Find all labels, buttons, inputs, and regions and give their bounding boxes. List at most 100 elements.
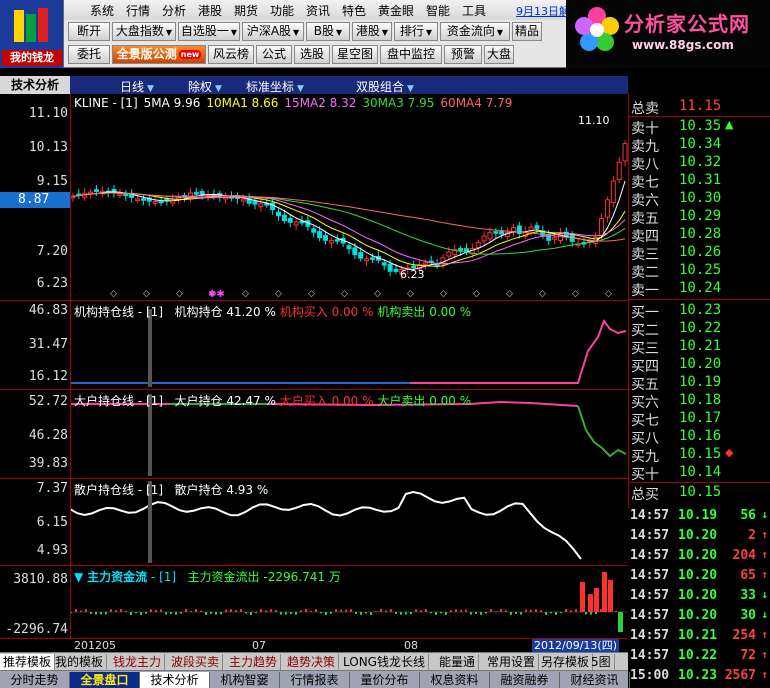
toolbar-button[interactable]: 全景版公测 new xyxy=(112,45,206,64)
book-row[interactable]: 买二 10.22 xyxy=(629,320,770,339)
toolbar-button[interactable]: 大盘指数 ▼ xyxy=(112,22,176,41)
kline-chart[interactable]: 11.106.23◇ ◇ ◇ ◇ ◇ ◇ ◇ ◇ ◇ ◇ ◇ ◇ ◇ ◇ ◇ ◇✱✱ xyxy=(70,94,628,300)
toolbar-button[interactable]: 委托 xyxy=(68,45,110,64)
template-tab[interactable]: 钱龙主力 xyxy=(110,654,166,670)
toolbar-button[interactable]: 公式 xyxy=(256,45,292,64)
menu-item[interactable]: 特色 xyxy=(342,2,366,19)
book-row[interactable]: 买七 10.17 xyxy=(629,410,770,429)
toolbar-button[interactable]: 选股 xyxy=(294,45,330,64)
toolbar-button[interactable]: 盘中监控 xyxy=(380,45,442,64)
book-row[interactable]: 买四 10.20 xyxy=(629,356,770,375)
book-row[interactable]: 卖二 10.25 xyxy=(629,262,770,281)
book-row[interactable]: 总买 10.15 xyxy=(629,484,770,503)
toolbar-button[interactable]: B股 ▼ xyxy=(306,22,350,41)
view-tab[interactable]: 分时走势 xyxy=(0,672,70,688)
menu-date-link[interactable]: 9月13日解 xyxy=(516,3,570,19)
toolbar-button[interactable]: 风云榜 xyxy=(208,45,254,64)
menu-item[interactable]: 资讯 xyxy=(306,2,330,19)
tab-technical-analysis[interactable]: 技术分析 xyxy=(0,76,70,94)
toolbar-button[interactable]: 精品 xyxy=(512,22,542,41)
template-tab[interactable]: 推荐模板 xyxy=(0,654,56,670)
book-row[interactable]: 买九 10.15 ◆ xyxy=(629,446,770,465)
menu-item[interactable]: 智能 xyxy=(426,2,450,19)
book-row[interactable]: 卖七 10.31 xyxy=(629,172,770,191)
book-row[interactable]: 卖九 10.34 xyxy=(629,136,770,155)
toolbar-button[interactable]: 星空图 xyxy=(332,45,378,64)
view-tab[interactable]: 全景盘口 xyxy=(70,672,140,688)
template-tab[interactable]: 我的模板 xyxy=(52,654,108,670)
template-tab[interactable]: 波段买卖 xyxy=(168,654,224,670)
flow-bar xyxy=(395,612,397,615)
candle-body xyxy=(334,239,340,242)
book-row[interactable]: 买六 10.18 xyxy=(629,392,770,411)
book-row[interactable]: 卖四 10.28 xyxy=(629,226,770,245)
menu-item[interactable]: 功能 xyxy=(270,2,294,19)
flow-bar xyxy=(165,612,167,615)
book-row[interactable]: 总卖 11.15 xyxy=(629,98,770,117)
view-tab[interactable]: 权息资料 xyxy=(420,672,490,688)
template-tab[interactable]: 主力趋势 xyxy=(226,654,282,670)
flow-panel[interactable]: 3810.88 -2296.74 ▼ 主力资金流 - [1] 主力资金流出 -22… xyxy=(0,566,628,638)
template-tab[interactable]: 趋势决策 xyxy=(284,654,340,670)
book-row[interactable]: 卖十 10.35 ▲ xyxy=(629,118,770,137)
candle-body xyxy=(158,200,164,204)
toolbar-button[interactable]: 大盘 xyxy=(484,45,514,64)
toolbar-button[interactable]: 港股 ▼ xyxy=(352,22,392,41)
book-row[interactable]: 买十 10.14 xyxy=(629,464,770,483)
template-tab[interactable]: 常用设置 xyxy=(484,654,540,670)
candle-body xyxy=(323,235,329,241)
flow-bar xyxy=(305,609,307,612)
toolbar-button[interactable]: 沪深A股 ▼ xyxy=(242,22,304,41)
view-tab[interactable]: 财经资讯 xyxy=(560,672,630,688)
book-row[interactable]: 卖八 10.32 xyxy=(629,154,770,173)
toolbar-button[interactable]: 断开 xyxy=(68,22,110,41)
flow-bar xyxy=(440,612,442,614)
template-tab[interactable]: 能量通 xyxy=(436,654,480,670)
flow-bar xyxy=(260,609,262,612)
template-tab[interactable]: 5图 xyxy=(588,654,615,670)
event-marker: ◇ xyxy=(341,289,348,299)
candle-body xyxy=(481,235,487,242)
selector-2[interactable]: 标准坐标 ▼ xyxy=(246,78,304,95)
toolbar-button-label: 盘中监控 xyxy=(386,47,435,61)
book-row[interactable]: 买五 10.19 xyxy=(629,374,770,393)
selector-3[interactable]: 双股组合 ▼ xyxy=(356,78,414,95)
view-tab[interactable]: 技术分析 xyxy=(140,672,210,688)
flow-bar xyxy=(580,582,585,612)
toolbar-button[interactable]: 自选股一 ▼ xyxy=(178,22,240,41)
view-tab[interactable]: 融资融券 xyxy=(490,672,560,688)
menu-item[interactable]: 分析 xyxy=(162,2,186,19)
flow-collapse-icon[interactable]: ▼ xyxy=(74,570,83,584)
inst-panel[interactable]: 46.83 31.47 16.12 机构持仓线 - [1] 机构持仓 41.20 %… xyxy=(0,301,628,389)
menu-item[interactable]: 期货 xyxy=(234,2,258,19)
menu-item[interactable]: 行情 xyxy=(126,2,150,19)
template-tab[interactable]: LONG钱龙长线 xyxy=(340,654,429,670)
menu-item[interactable]: 系统 xyxy=(90,2,114,19)
app-logo[interactable]: 我的钱龙 xyxy=(0,0,64,68)
selector-1[interactable]: 除权 ▼ xyxy=(188,78,222,95)
big-panel[interactable]: 52.72 46.28 39.83 大户持仓线 - [1] 大户持仓 42.47 %… xyxy=(0,390,628,478)
view-tab[interactable]: 机构智窭 xyxy=(210,672,280,688)
menu-item[interactable]: 港股 xyxy=(198,2,222,19)
book-row[interactable]: 卖五 10.29 xyxy=(629,208,770,227)
kline-panel[interactable]: 11.10 10.13 9.15 7.20 6.23 11.10 6.23 ◇ ◇ ◇ ◇ ◇ ◇ ◇ ◇… xyxy=(0,94,628,300)
book-row[interactable]: 买三 10.21 xyxy=(629,338,770,357)
book-row[interactable]: 卖六 10.30 xyxy=(629,190,770,209)
template-tab[interactable]: 另存模板 xyxy=(538,654,594,670)
book-row[interactable]: 卖三 10.26 xyxy=(629,244,770,263)
toolbar-button[interactable]: 资金流向 ▼ xyxy=(440,22,510,41)
flow-bar xyxy=(170,612,172,615)
selector-0[interactable]: 日线 ▼ xyxy=(120,78,154,95)
view-tab[interactable]: 行情报表 xyxy=(280,672,350,688)
book-row[interactable]: 买八 10.16 xyxy=(629,428,770,447)
toolbar-button[interactable]: 预警 xyxy=(444,45,482,64)
menu-item[interactable]: 黄金眼 xyxy=(378,2,414,19)
candle-body xyxy=(510,227,516,232)
flow-bar xyxy=(75,609,77,612)
book-row[interactable]: 卖一 10.24 xyxy=(629,280,770,299)
menu-item[interactable]: 工具 xyxy=(462,2,486,19)
retail-panel[interactable]: 7.37 6.15 4.93 散户持仓线 - [1] 散户持仓 4.93 % xyxy=(0,479,628,565)
toolbar-button[interactable]: 排行 ▼ xyxy=(394,22,438,41)
view-tab[interactable]: 量价分布 xyxy=(350,672,420,688)
book-row[interactable]: 买一 10.23 xyxy=(629,302,770,321)
